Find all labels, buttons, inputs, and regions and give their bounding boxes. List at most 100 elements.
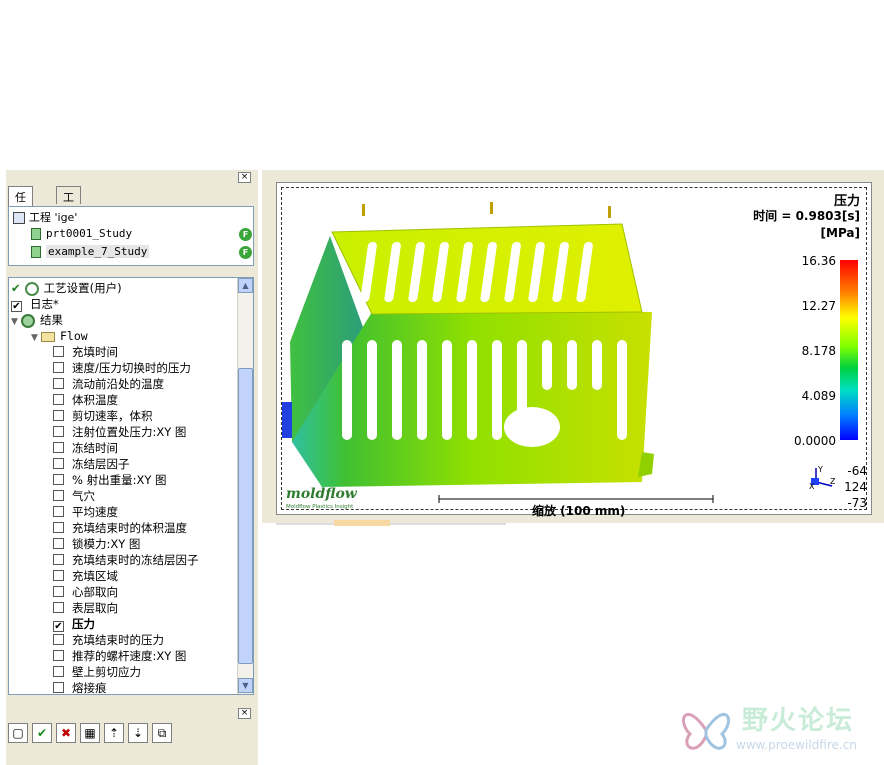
result-item[interactable]: 冻结层因子 xyxy=(53,456,130,472)
scroll-down-button[interactable]: ▼ xyxy=(238,678,253,693)
result-checkbox[interactable] xyxy=(53,458,64,469)
result-label: 平均速度 xyxy=(72,505,118,519)
result-item[interactable]: 充填结束时的压力 xyxy=(53,632,164,648)
result-item[interactable]: 充填时间 xyxy=(53,344,118,360)
bottom-panel-close-button[interactable]: × xyxy=(238,708,251,719)
result-item[interactable]: 速度/压力切换时的压力 xyxy=(53,360,191,376)
study-item-example7[interactable]: example_7_Study xyxy=(31,245,150,261)
result-label: 充填结束时的冻结层因子 xyxy=(72,553,199,567)
result-checkbox[interactable] xyxy=(53,602,64,613)
result-checkbox[interactable] xyxy=(53,378,64,389)
tree-item-flow[interactable]: ▼ Flow xyxy=(31,328,88,344)
axis-z-label: Z xyxy=(830,477,836,486)
pressure-color-scale xyxy=(840,260,858,440)
collapse-icon[interactable]: ▼ xyxy=(31,330,41,346)
study-item-prt0001[interactable]: prt0001_Study xyxy=(31,227,132,243)
round-hole xyxy=(504,407,560,447)
scroll-thumb[interactable] xyxy=(238,368,253,664)
result-item[interactable]: 壁上剪切应力 xyxy=(53,664,141,680)
task-panel-close-button[interactable]: × xyxy=(238,172,251,183)
result-checkbox[interactable] xyxy=(53,490,64,501)
settings-icon xyxy=(24,281,39,296)
tab-tasks[interactable]: 任务 xyxy=(8,186,33,220)
result-label: % 射出重量:XY 图 xyxy=(72,473,167,487)
result-checkbox[interactable] xyxy=(53,394,64,405)
result-item[interactable]: % 射出重量:XY 图 xyxy=(53,472,167,488)
result-item[interactable]: 注射位置处压力:XY 图 xyxy=(53,424,186,440)
task-panel: × 任务 工具 工程 'ige' prt0001_Study F example… xyxy=(6,170,258,765)
tree-scrollbar[interactable]: ▲ ▼ xyxy=(237,278,253,694)
study-name: prt0001_Study xyxy=(46,227,133,240)
result-label: 注射位置处压力:XY 图 xyxy=(72,425,187,439)
result-label: 剪切速率，体积 xyxy=(72,409,153,423)
flow-status-icon: F xyxy=(239,228,252,241)
scroll-up-button[interactable]: ▲ xyxy=(238,278,253,293)
scale-tick-2: 12.27 xyxy=(801,299,836,313)
study-icon xyxy=(31,228,41,240)
collapse-icon[interactable]: ▼ xyxy=(11,314,21,330)
tree-item-results[interactable]: ▼ 结果 xyxy=(11,312,63,328)
scale-tick-4: 4.089 xyxy=(801,389,836,403)
check-button[interactable]: ✔ xyxy=(32,723,52,743)
result-item[interactable]: 平均速度 xyxy=(53,504,118,520)
result-item[interactable]: 气穴 xyxy=(53,488,95,504)
result-checkbox[interactable] xyxy=(53,506,64,517)
result-checkbox[interactable] xyxy=(53,346,64,357)
result-checkbox[interactable] xyxy=(53,682,64,693)
result-item[interactable]: 冻结时间 xyxy=(53,440,118,456)
new-button[interactable]: ▢ xyxy=(8,723,28,743)
unit-label: [MPa] xyxy=(820,226,860,240)
project-name: 工程 'ige' xyxy=(29,211,78,224)
orientation-z-value: -73 xyxy=(847,496,867,510)
result-checkbox[interactable] xyxy=(53,474,64,485)
log-checkbox[interactable]: ✔ xyxy=(11,301,22,312)
tab-tools[interactable]: 工具 xyxy=(56,186,81,220)
result-item[interactable]: 剪切速率，体积 xyxy=(53,408,153,424)
result-checkbox[interactable] xyxy=(53,570,64,581)
result-label: 冻结层因子 xyxy=(72,457,130,471)
properties-button[interactable]: ▦ xyxy=(80,723,100,743)
result-checkbox[interactable] xyxy=(53,650,64,661)
tree-item-log[interactable]: ✔ 日志* xyxy=(11,296,59,312)
result-item[interactable]: 锁模力:XY 图 xyxy=(53,536,140,552)
scale-tick-min: 0.0000 xyxy=(794,434,836,448)
result-item[interactable]: 推荐的螺杆速度:XY 图 xyxy=(53,648,186,664)
result-item[interactable]: 体积温度 xyxy=(53,392,118,408)
result-item[interactable]: 充填结束时的体积温度 xyxy=(53,520,187,536)
move-down-icon: ⇣ xyxy=(132,726,144,740)
scale-tick-max: 16.36 xyxy=(801,254,836,268)
time-label: 时间 = 0.9803[s] xyxy=(753,209,860,223)
result-checkbox[interactable] xyxy=(53,634,64,645)
orientation-x-value: -64 xyxy=(847,464,867,478)
result-item[interactable]: ✔ 压力 xyxy=(53,616,95,632)
result-item[interactable]: 充填区域 xyxy=(53,568,118,584)
new-icon: ▢ xyxy=(12,726,24,740)
result-item[interactable]: 熔接痕 xyxy=(53,680,107,694)
result-checkbox[interactable] xyxy=(53,538,64,549)
result-item[interactable]: 表层取向 xyxy=(53,600,118,616)
result-label: 气穴 xyxy=(72,489,95,503)
scale-tick-3: 8.178 xyxy=(801,344,836,358)
move-down-button[interactable]: ⇣ xyxy=(128,723,148,743)
delete-button[interactable]: ✖ xyxy=(56,723,76,743)
axis-y-label: Y xyxy=(817,465,823,474)
moldflow-logo-subtitle: Moldflow Plastics Insight xyxy=(286,504,354,510)
result-item[interactable]: 心部取向 xyxy=(53,584,118,600)
tree-item-process-settings[interactable]: ✔ 工艺设置(用户) xyxy=(11,280,122,296)
lower-tab-strip xyxy=(276,520,506,526)
result-checkbox[interactable] xyxy=(53,426,64,437)
result-checkbox[interactable] xyxy=(53,666,64,677)
result-checkbox[interactable] xyxy=(53,362,64,373)
project-node[interactable]: 工程 'ige' xyxy=(13,209,77,225)
result-checkbox[interactable] xyxy=(53,410,64,421)
result-checkbox[interactable]: ✔ xyxy=(53,621,64,632)
result-checkbox[interactable] xyxy=(53,586,64,597)
result-checkbox[interactable] xyxy=(53,522,64,533)
copy-button[interactable]: ⧉ xyxy=(152,723,172,743)
result-item[interactable]: 充填结束时的冻结层因子 xyxy=(53,552,199,568)
result-item[interactable]: 流动前沿处的温度 xyxy=(53,376,164,392)
model-viewport[interactable]: 压力 时间 = 0.9803[s] [MPa] 16.36 12.27 8.17… xyxy=(276,182,872,518)
result-checkbox[interactable] xyxy=(53,442,64,453)
move-up-button[interactable]: ⇡ xyxy=(104,723,124,743)
result-checkbox[interactable] xyxy=(53,554,64,565)
